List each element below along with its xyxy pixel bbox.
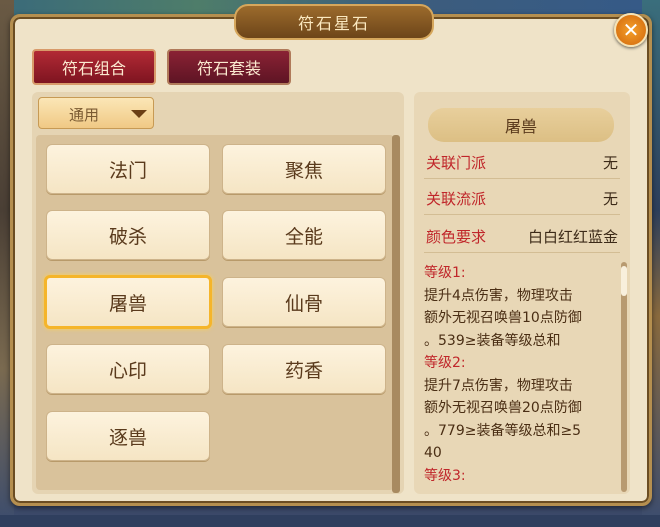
card-label: 法门 xyxy=(108,159,147,182)
info-row-school: 关联门派 无 xyxy=(424,144,620,179)
level-line: 提升4点伤害，物理攻击 xyxy=(424,287,573,304)
card-label: 仙骨 xyxy=(284,292,323,315)
combo-card-zhushou[interactable]: 逐兽 xyxy=(46,411,210,461)
detail-scrollbar-thumb[interactable] xyxy=(621,266,627,296)
close-icon: ✕ xyxy=(622,18,640,42)
level-line: 提升7点伤害，物理攻击 xyxy=(424,377,573,394)
title-bar: 符石星石 xyxy=(234,4,434,40)
level-line: 额外无视召唤兽10点防御 xyxy=(424,310,582,326)
card-label: 破杀 xyxy=(108,225,147,248)
combo-card-jujiao[interactable]: 聚焦 xyxy=(222,144,386,194)
info-label: 关联门派 xyxy=(426,154,487,172)
tab-rune-combo[interactable]: 符石组合 xyxy=(32,49,156,85)
level-description: 等级1: 提升4点伤害，物理攻击 额外无视召唤兽10点防御 。539≥装备等级总… xyxy=(424,262,620,492)
level-title: 等级1: xyxy=(424,265,466,281)
card-label: 逐兽 xyxy=(108,426,147,449)
level-line: 40 xyxy=(424,445,442,461)
filter-dropdown[interactable]: 通用 xyxy=(38,97,154,129)
level-title: 等级2: xyxy=(424,355,466,371)
card-label: 心印 xyxy=(108,359,147,382)
detail-scrollbar[interactable] xyxy=(621,262,627,492)
level-title: 等级3: xyxy=(424,467,466,484)
info-value: 无 xyxy=(602,190,618,208)
info-value: 无 xyxy=(602,154,618,172)
level-line: 。539≥装备等级总和 xyxy=(424,332,561,349)
info-label: 颜色要求 xyxy=(426,228,487,246)
tab-label: 符石组合 xyxy=(61,59,126,78)
combo-card-famen[interactable]: 法门 xyxy=(46,144,210,194)
close-button[interactable]: ✕ xyxy=(614,13,648,47)
combo-card-posha[interactable]: 破杀 xyxy=(46,210,210,260)
info-label: 关联流派 xyxy=(426,190,487,208)
level-line: 额外无视召唤兽20点防御 xyxy=(424,400,582,416)
card-label: 药香 xyxy=(284,359,323,382)
detail-name: 屠兽 xyxy=(504,117,537,136)
game-background-bottom xyxy=(0,515,660,527)
level-line: 。779≥装备等级总和≥5 xyxy=(424,422,582,439)
chevron-down-icon xyxy=(131,110,147,118)
window-title: 符石星石 xyxy=(297,14,370,33)
info-value: 白白红红蓝金 xyxy=(527,228,618,246)
list-scrollbar[interactable] xyxy=(392,135,400,493)
card-label: 聚焦 xyxy=(284,159,323,182)
combo-card-xinyin[interactable]: 心印 xyxy=(46,344,210,394)
detail-title: 屠兽 xyxy=(428,108,614,142)
tab-label: 符石套装 xyxy=(196,59,261,78)
card-label: 屠兽 xyxy=(108,292,147,315)
filter-selected: 通用 xyxy=(69,106,100,124)
info-row-color: 颜色要求 白白红红蓝金 xyxy=(424,218,620,253)
combo-card-yaoxiang[interactable]: 药香 xyxy=(222,344,386,394)
tab-rune-set[interactable]: 符石套装 xyxy=(167,49,291,85)
combo-card-quanneng[interactable]: 全能 xyxy=(222,210,386,260)
card-label: 全能 xyxy=(284,225,323,248)
combo-card-xiangu[interactable]: 仙骨 xyxy=(222,277,386,327)
combo-card-tushou[interactable]: 屠兽 xyxy=(44,275,212,329)
info-row-branch: 关联流派 无 xyxy=(424,180,620,215)
